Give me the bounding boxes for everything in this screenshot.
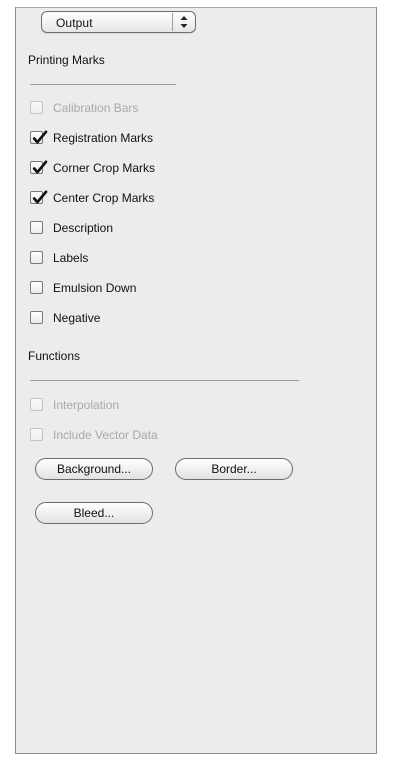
center-crop-marks-checkbox[interactable] <box>30 190 48 204</box>
corner-crop-marks-label: Corner Crop Marks <box>53 161 156 175</box>
printing-marks-heading: Printing Marks <box>28 53 105 67</box>
panel-top-edge <box>16 7 376 8</box>
up-down-arrows-icon <box>180 16 188 28</box>
border-button[interactable]: Border... <box>175 458 293 480</box>
output-settings-panel: Output Printing Marks Calibration Bars R… <box>15 7 377 754</box>
checkmark-icon <box>32 190 48 204</box>
popup-divider <box>172 13 173 31</box>
interpolation-label: Interpolation <box>53 398 120 412</box>
negative-label: Negative <box>53 311 101 325</box>
calibration-bars-label: Calibration Bars <box>53 101 139 115</box>
output-popup-menu[interactable]: Output <box>41 11 196 33</box>
registration-marks-label: Registration Marks <box>53 131 154 145</box>
labels-checkbox[interactable] <box>30 251 43 264</box>
background-button[interactable]: Background... <box>35 458 153 480</box>
calibration-bars-checkbox[interactable] <box>30 101 43 114</box>
functions-divider <box>30 380 299 381</box>
registration-marks-checkbox[interactable] <box>30 130 48 144</box>
output-popup-value: Output <box>56 16 93 30</box>
emulsion-down-label: Emulsion Down <box>53 281 137 295</box>
corner-crop-marks-checkbox[interactable] <box>30 160 48 174</box>
center-crop-marks-label: Center Crop Marks <box>53 191 155 205</box>
bleed-button[interactable]: Bleed... <box>35 502 153 524</box>
include-vector-data-checkbox[interactable] <box>30 428 43 441</box>
printing-marks-divider <box>30 84 176 85</box>
negative-checkbox[interactable] <box>30 311 43 324</box>
interpolation-checkbox[interactable] <box>30 398 43 411</box>
description-label: Description <box>53 221 114 235</box>
functions-heading: Functions <box>28 349 81 363</box>
emulsion-down-checkbox[interactable] <box>30 281 43 294</box>
labels-label: Labels <box>53 251 89 265</box>
checkmark-icon <box>32 130 48 144</box>
description-checkbox[interactable] <box>30 221 43 234</box>
include-vector-data-label: Include Vector Data <box>53 428 158 442</box>
checkmark-icon <box>32 160 48 174</box>
